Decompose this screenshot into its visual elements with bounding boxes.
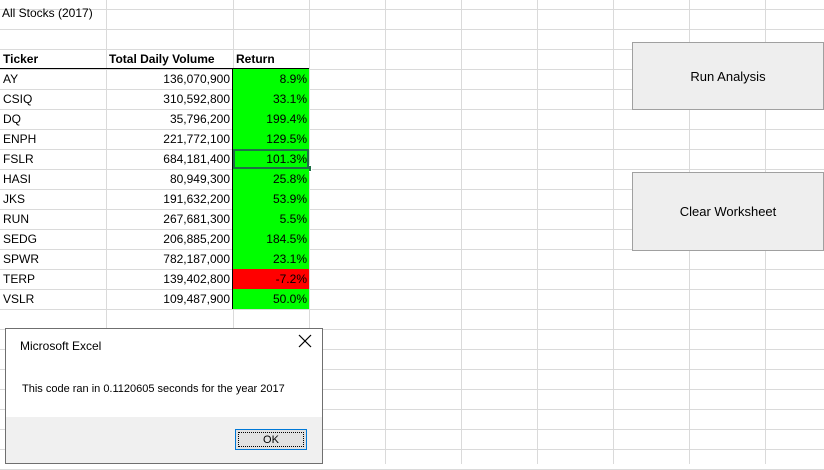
volume-cell[interactable]: 109,487,900 bbox=[106, 289, 232, 309]
close-icon-glyph bbox=[298, 334, 312, 348]
sheet-title: All Stocks (2017) bbox=[2, 6, 93, 20]
gridline-column bbox=[385, 0, 386, 464]
ok-label: OK bbox=[263, 433, 279, 446]
return-cell[interactable]: 8.9% bbox=[233, 69, 309, 89]
return-cell[interactable]: 23.1% bbox=[233, 249, 309, 269]
ok-button[interactable]: OK bbox=[235, 429, 307, 450]
return-cell[interactable]: 5.5% bbox=[233, 209, 309, 229]
header-return: Return bbox=[236, 52, 275, 66]
volume-cell[interactable]: 136,070,900 bbox=[106, 69, 232, 89]
ticker-cell[interactable]: AY bbox=[3, 69, 103, 89]
volume-cell[interactable]: 191,632,200 bbox=[106, 189, 232, 209]
return-cell[interactable]: 101.3% bbox=[233, 149, 309, 169]
volume-cell[interactable]: 35,796,200 bbox=[106, 109, 232, 129]
close-icon[interactable] bbox=[298, 334, 312, 354]
gridline-row bbox=[0, 309, 824, 310]
ticker-cell[interactable]: SEDG bbox=[3, 229, 103, 249]
volume-cell[interactable]: 310,592,800 bbox=[106, 89, 232, 109]
ticker-cell[interactable]: SPWR bbox=[3, 249, 103, 269]
run-analysis-label: Run Analysis bbox=[690, 68, 766, 84]
return-cell[interactable]: -7.2% bbox=[233, 269, 309, 289]
volume-cell[interactable]: 782,187,000 bbox=[106, 249, 232, 269]
volume-cell[interactable]: 206,885,200 bbox=[106, 229, 232, 249]
dialog-footer: OK bbox=[6, 417, 322, 463]
ticker-cell[interactable]: HASI bbox=[3, 169, 103, 189]
return-cell[interactable]: 25.8% bbox=[233, 169, 309, 189]
ticker-cell[interactable]: ENPH bbox=[3, 129, 103, 149]
ticker-cell[interactable]: CSIQ bbox=[3, 89, 103, 109]
gridline-column bbox=[537, 0, 538, 464]
return-cell[interactable]: 184.5% bbox=[233, 229, 309, 249]
dialog-message: This code ran in 0.1120605 seconds for t… bbox=[22, 383, 285, 395]
ticker-cell[interactable]: VSLR bbox=[3, 289, 103, 309]
return-cell[interactable]: 50.0% bbox=[233, 289, 309, 309]
return-cell[interactable]: 199.4% bbox=[233, 109, 309, 129]
ticker-cell[interactable]: RUN bbox=[3, 209, 103, 229]
header-total-daily-volume: Total Daily Volume bbox=[109, 52, 215, 66]
volume-cell[interactable]: 684,181,400 bbox=[106, 149, 232, 169]
volume-cell[interactable]: 80,949,300 bbox=[106, 169, 232, 189]
return-cell[interactable]: 53.9% bbox=[233, 189, 309, 209]
ticker-cell[interactable]: TERP bbox=[3, 269, 103, 289]
message-dialog: Microsoft Excel This code ran in 0.11206… bbox=[5, 328, 323, 464]
volume-cell[interactable]: 139,402,800 bbox=[106, 269, 232, 289]
return-cell[interactable]: 129.5% bbox=[233, 129, 309, 149]
gridline-column bbox=[461, 0, 462, 464]
volume-cell[interactable]: 221,772,100 bbox=[106, 129, 232, 149]
clear-worksheet-button[interactable]: Clear Worksheet bbox=[632, 172, 824, 251]
return-cell[interactable]: 33.1% bbox=[233, 89, 309, 109]
gridline-row bbox=[0, 9, 824, 10]
header-ticker: Ticker bbox=[3, 52, 39, 66]
run-analysis-button[interactable]: Run Analysis bbox=[632, 42, 824, 110]
volume-cell[interactable]: 267,681,300 bbox=[106, 209, 232, 229]
ticker-cell[interactable]: JKS bbox=[3, 189, 103, 209]
gridline-row bbox=[0, 29, 824, 30]
clear-worksheet-label: Clear Worksheet bbox=[679, 204, 777, 219]
dialog-title: Microsoft Excel bbox=[20, 339, 102, 353]
ticker-cell[interactable]: DQ bbox=[3, 109, 103, 129]
ticker-cell[interactable]: FSLR bbox=[3, 149, 103, 169]
gridline-column bbox=[613, 0, 614, 464]
